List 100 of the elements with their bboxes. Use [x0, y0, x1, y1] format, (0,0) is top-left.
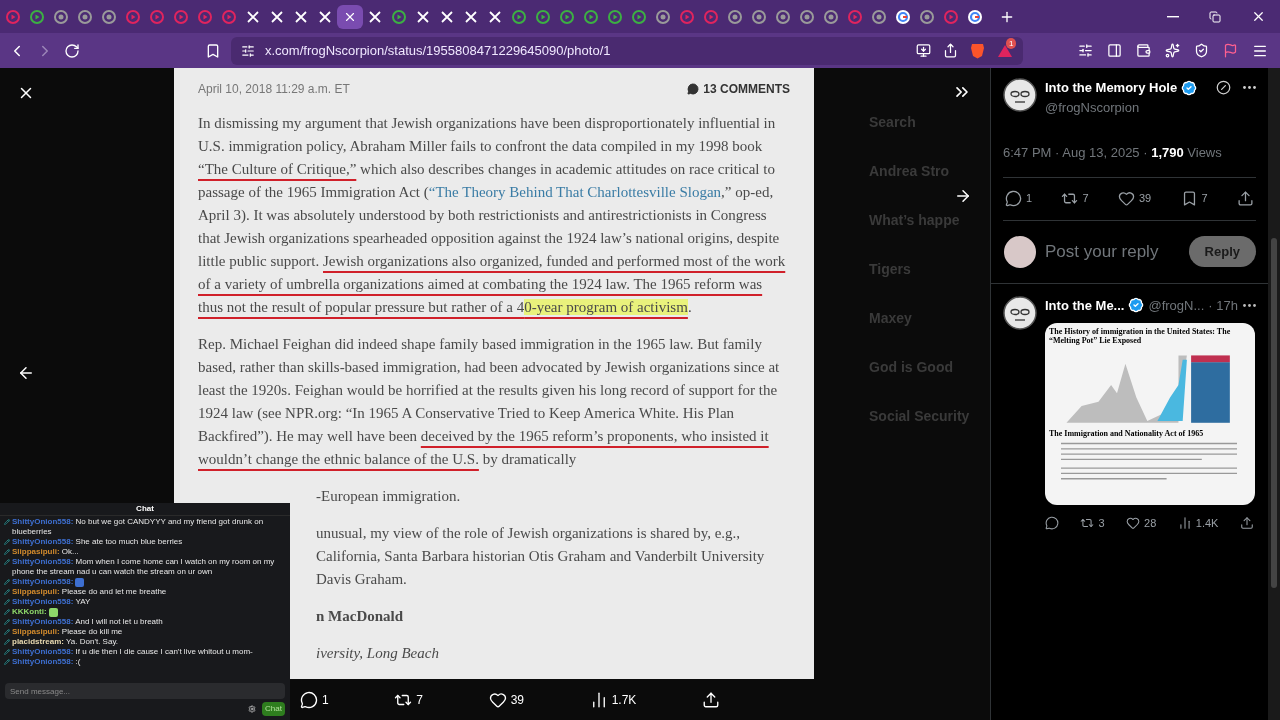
x-logo-icon: [247, 10, 259, 23]
chat-message: ShittyOnion558:: [12, 577, 74, 587]
minimize-icon: [1167, 15, 1179, 18]
site-icon: [800, 9, 814, 24]
next-button[interactable]: [954, 187, 972, 205]
play-icon: [198, 9, 212, 24]
chat-message: ShittyOnion558: She ate too much blue berries: [12, 537, 183, 547]
x-logo-icon: [417, 10, 429, 23]
letter-paragraph: In dismissing my argument that Jewish organizations have been disproportionately influential in U.S. immigration policy, Abraham Miller fails to confront the data compiled in my 1998 book “The Culture of Critique,” which also describes changes in academic attitudes on race critical to passage of the 1965 Immigration Act (“The Theory Behind That Charlottesville Slogan,” op-ed, April 3). It was absolutely understood by both restrictionists and antirestrictionists in Congress that Jewish organizations spearheaded opposition against the 1924 law’s national origins, despite little public support. Jewish organizations also organized, funded and performed most of the work of a variety of umbrella organizations aimed at combating the 1924 law. The 1965 reform was thus not the result of popular pressure but rather of a 40-year program of activism.: [198, 114, 787, 317]
repost-button[interactable]: 7: [1061, 190, 1089, 207]
settings-icon: [248, 705, 257, 713]
reply-icon: [1005, 190, 1022, 207]
restore-button[interactable]: [1209, 10, 1221, 23]
wallet-button[interactable]: [1136, 43, 1151, 58]
chat-message: Slippasipuli: Please do and let me breathe: [12, 587, 167, 597]
display-name: Into the Memory Hole: [1045, 79, 1178, 97]
vpn-button[interactable]: [1194, 43, 1209, 58]
site-icon: [78, 9, 92, 24]
scrollbar[interactable]: [1268, 68, 1280, 720]
site-icon: [54, 9, 68, 24]
like-button[interactable]: 39: [1117, 190, 1152, 207]
previous-button[interactable]: [17, 364, 35, 382]
triangle-icon: [997, 43, 1013, 58]
play-icon: [632, 9, 646, 24]
g-logo-icon: [896, 9, 910, 24]
assistant-button[interactable]: [1165, 43, 1180, 58]
post-time: · 17h: [1208, 296, 1238, 315]
chat-message: ShittyOnion558: And I will not let u breath: [12, 617, 163, 627]
play-icon: [126, 9, 140, 24]
chat-message: ShittyOnion558: :(: [12, 657, 81, 667]
views-button[interactable]: 1.4K: [1177, 515, 1219, 532]
site-icon: [728, 9, 742, 24]
comments-count: 13 COMMENTS: [687, 80, 790, 98]
sidebar-button[interactable]: [1107, 43, 1122, 58]
share-button[interactable]: [1237, 190, 1254, 207]
x-logo-icon: [295, 10, 307, 23]
reply-button[interactable]: 1: [300, 690, 329, 709]
letter-paragraph: unusual, my view of the role of Jewish organizations is shared by, e.g., California, Santa Barbara historian Otis Graham and Vanderbilt University Davis Graham.: [316, 524, 766, 589]
screenshot-icon: [1078, 43, 1093, 58]
play-icon: [150, 9, 164, 24]
letter-signature: n MacDonald: [316, 607, 405, 626]
badge-icon: [4, 539, 10, 545]
more-icon: [1243, 303, 1256, 307]
reply-button[interactable]: [1045, 516, 1059, 531]
display-name: Into the Me...: [1045, 296, 1125, 315]
badge-icon: [4, 589, 10, 595]
address-field[interactable]: x.com/frogNscorpion/status/1955808471229645090/photo/1 1: [231, 36, 1023, 65]
badge-icon: [4, 629, 10, 635]
site-icon: [824, 9, 838, 24]
chat-title: Chat: [0, 503, 290, 516]
play-icon: [174, 9, 188, 24]
letter-date: April 10, 2018 11:29 a.m. ET: [198, 81, 350, 98]
x-logo-icon: [271, 10, 283, 23]
emote-icon: [75, 578, 85, 587]
chat-message: ShittyOnion558: If u die then I die cause I can't live whitout u mom-: [12, 647, 253, 657]
flag-button[interactable]: [1223, 43, 1238, 58]
post-timestamp: 6:47 PM · Aug 13, 2025 · 1,790 Views: [1002, 144, 1223, 162]
play-icon: [222, 9, 236, 24]
share-icon: [702, 690, 720, 709]
close-window-button[interactable]: [1251, 9, 1266, 24]
url-text: x.com/frogNscorpion/status/1955808471229645090/photo/1: [265, 41, 611, 60]
chat-input-field[interactable]: Send message...: [5, 683, 285, 699]
reply-icon: [300, 690, 318, 709]
badge-icon: [4, 619, 10, 625]
chat-message: Slippasipuli: Ok...: [12, 547, 79, 557]
chat-message: ShittyOnion558: No but we got CANDYYY and my friend got drunk on blueberries: [12, 517, 265, 537]
bookmark-button[interactable]: [205, 42, 221, 59]
views-icon: [1177, 516, 1192, 531]
like-button[interactable]: 39: [488, 690, 524, 709]
play-icon: [608, 9, 622, 24]
like-button[interactable]: 28: [1126, 515, 1157, 532]
chat-send-button[interactable]: Chat: [262, 702, 285, 716]
comment-icon: [687, 83, 700, 95]
heart-icon: [488, 690, 507, 709]
site-icon: [102, 9, 116, 24]
chat-message: ShittyOnion558: YAY: [12, 597, 91, 607]
restore-icon: [1209, 10, 1221, 23]
repost-button[interactable]: 7: [394, 690, 423, 709]
share-button[interactable]: [702, 690, 720, 709]
chat-message: ShittyOnion558: Mom when I come home can I watch on my room on my phone the stream nad u can watch the stream on ur own: [12, 557, 276, 577]
install-icon: [916, 43, 931, 58]
image-title: The History of immigration in the United States: The “Melting Pot” Lie Exposed: [1049, 327, 1232, 345]
emote-icon: [48, 608, 58, 617]
verified-badge-icon: [1181, 79, 1198, 96]
repost-button[interactable]: 3: [1080, 515, 1105, 532]
badge-icon: [4, 559, 10, 565]
article-link[interactable]: “The Theory Behind That Charlottesville Slogan: [428, 184, 722, 200]
reply-icon: [1045, 516, 1059, 531]
reload-button[interactable]: [64, 42, 80, 59]
badge-icon: [4, 599, 10, 605]
reply-button[interactable]: 1: [1005, 190, 1033, 207]
x-logo-icon: [369, 10, 381, 23]
play-icon: [704, 9, 718, 24]
reload-icon: [64, 42, 80, 59]
x-logo-icon: [441, 10, 453, 23]
minimize-button[interactable]: [1167, 15, 1179, 18]
browser-tab[interactable]: [337, 4, 363, 29]
bookmark-button[interactable]: 7: [1180, 190, 1208, 207]
views-button[interactable]: 1.7K: [589, 690, 637, 709]
screenshot-button[interactable]: [1078, 43, 1093, 58]
